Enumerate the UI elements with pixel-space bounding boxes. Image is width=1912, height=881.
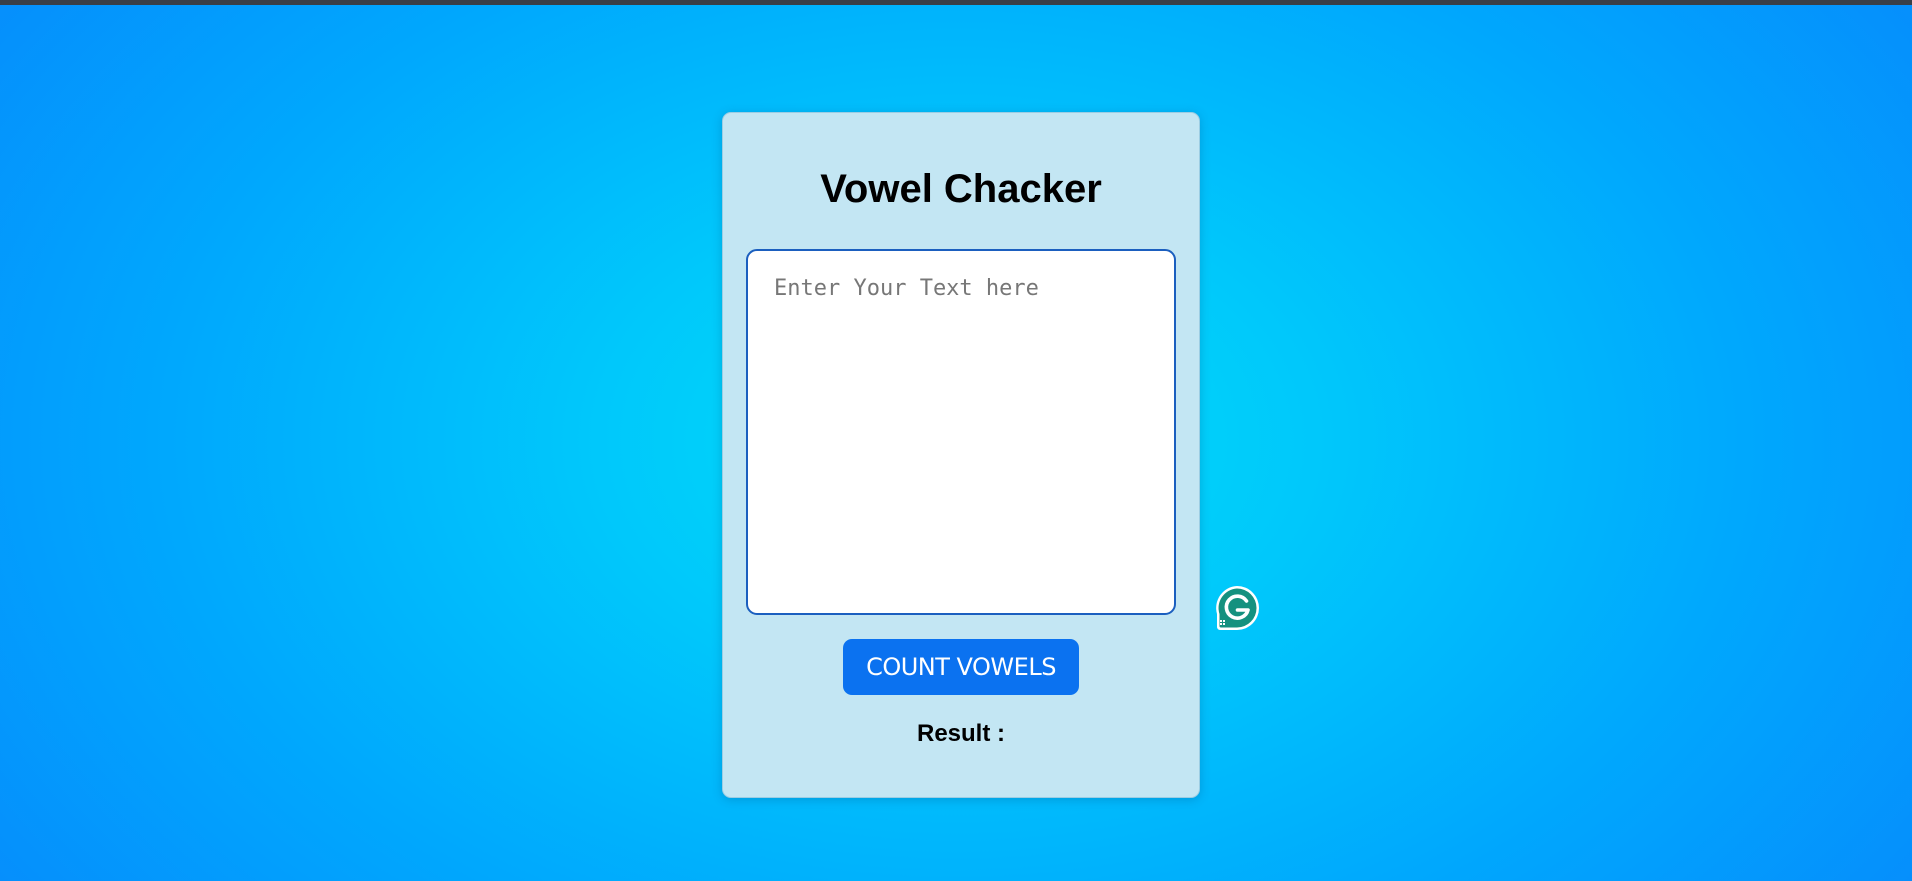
grammarly-g-icon[interactable] xyxy=(1213,584,1261,632)
page-title: Vowel Chacker xyxy=(820,167,1102,211)
result-label: Result : xyxy=(916,720,1005,747)
text-input[interactable] xyxy=(746,249,1176,615)
browser-top-bar xyxy=(0,0,1912,5)
count-vowels-button[interactable]: COUNT VOWELS xyxy=(843,639,1079,695)
vowel-checker-card: Vowel Chacker COUNT VOWELS Result : xyxy=(722,112,1200,798)
